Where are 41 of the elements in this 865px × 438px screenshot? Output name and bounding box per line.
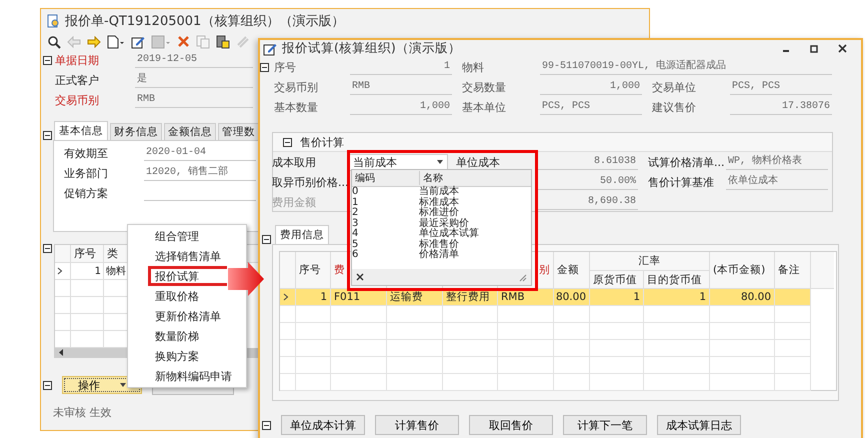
column-header: 金额	[554, 252, 590, 289]
column-header: 汇率	[590, 252, 710, 271]
field-label: 有效期至	[64, 146, 108, 160]
table-cell: 80.00	[710, 289, 775, 306]
status-text: 未审核 生效	[53, 405, 112, 420]
field-label: 售价计算基准	[648, 174, 714, 190]
field-label: 单位成本	[455, 154, 501, 170]
table-cell: RMB	[498, 289, 554, 306]
column-header: (本币金额)	[710, 252, 775, 289]
field-label: 物料	[462, 60, 484, 74]
field-label: 基本数量	[274, 100, 318, 114]
field-label: 建议售价	[652, 100, 696, 114]
column-header: 序号	[296, 252, 331, 289]
field-label: 业务部门	[64, 166, 108, 180]
column-header: 编码	[352, 171, 420, 185]
field-label: 单据日期	[55, 52, 99, 68]
table-cell: 1	[71, 263, 104, 280]
column-header: 备注	[775, 252, 811, 289]
table-cell: 1	[296, 289, 331, 306]
field-label: 序号	[274, 60, 296, 74]
field-label: 成本取用	[272, 154, 316, 170]
table-cell: 1	[644, 289, 710, 306]
table-cell: 1	[590, 289, 644, 306]
column-header: 原货币值	[590, 271, 644, 289]
field-label: 交易单位	[652, 80, 696, 94]
field-label: 正式客户	[55, 72, 99, 88]
field-label: 促销方案	[64, 186, 108, 200]
column-header: 目的货币值	[644, 271, 710, 289]
field-label: 交易币别	[274, 80, 318, 94]
field-label: 基本单位	[462, 100, 506, 114]
column-header: 名称	[422, 172, 443, 185]
field-label: 费用金额	[272, 194, 316, 210]
column-header: 序号	[71, 245, 104, 263]
field-label: 试算价格清单...	[648, 154, 724, 170]
table-cell: F011	[331, 289, 387, 306]
field-label: 交易数量	[462, 80, 506, 94]
section-title: 售价计算	[300, 134, 344, 150]
field-label: 交易币别	[55, 92, 99, 108]
window-title: 报价试算(核算组织)（演示版）	[282, 40, 461, 57]
window-title: 报价单-QT191205001（核算组织）（演示版）	[65, 13, 344, 30]
table-cell: 80.00	[554, 289, 590, 306]
